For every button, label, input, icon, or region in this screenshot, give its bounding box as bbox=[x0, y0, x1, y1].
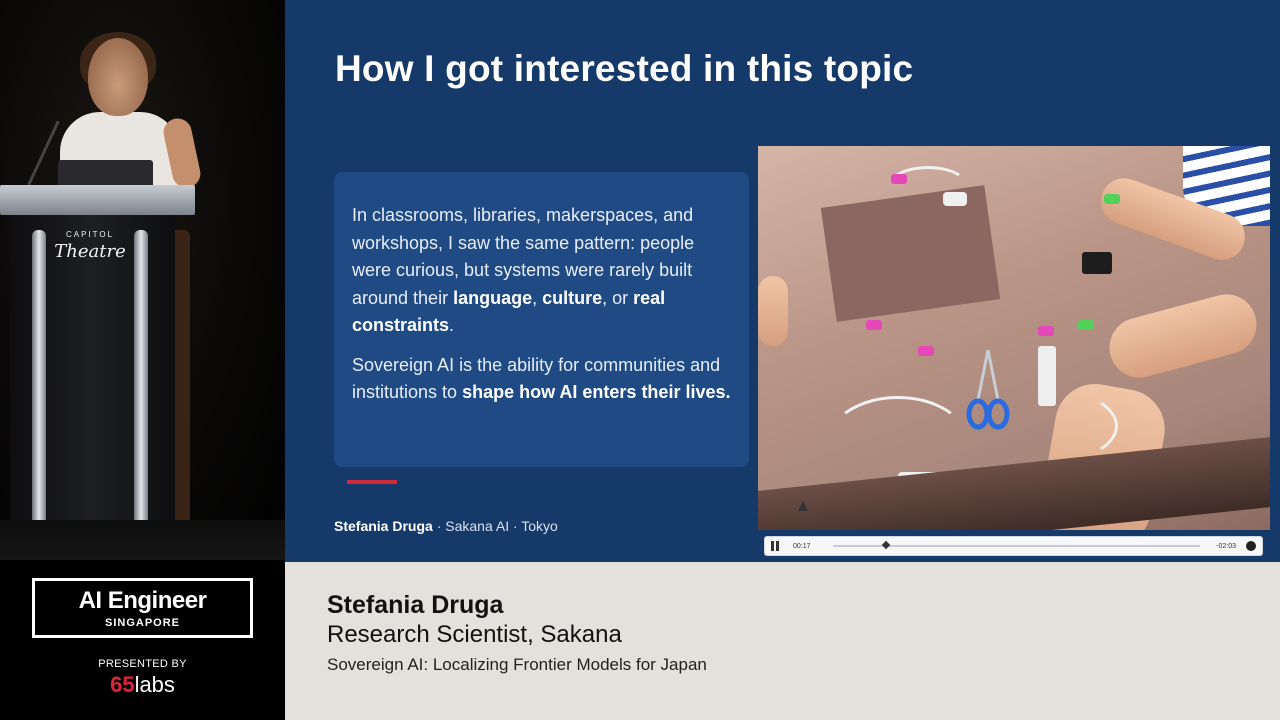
magenta-module bbox=[1038, 326, 1054, 336]
volume-icon[interactable] bbox=[1246, 541, 1256, 551]
podium-top bbox=[0, 185, 195, 215]
video-control-bar: 00:17 -02:03 bbox=[764, 536, 1263, 556]
magenta-module bbox=[866, 320, 882, 330]
p2-bold-shape: shape how AI enters their lives. bbox=[462, 382, 731, 402]
green-module bbox=[1078, 320, 1094, 330]
lower-third: Stefania Druga Research Scientist, Sakan… bbox=[285, 562, 1280, 720]
event-branding: AI Engineer SINGAPORE PRESENTED BY 65lab… bbox=[0, 560, 285, 720]
slide-paragraph-2: Sovereign AI is the ability for communit… bbox=[352, 352, 731, 407]
video-time-elapsed: 00:17 bbox=[793, 542, 811, 550]
white-module bbox=[943, 192, 967, 206]
podium-edge-left bbox=[32, 230, 46, 525]
embedded-video[interactable] bbox=[758, 146, 1270, 530]
video-progress-slider[interactable] bbox=[833, 540, 1200, 550]
child-hand-left bbox=[758, 276, 788, 346]
sponsor-word: labs bbox=[134, 672, 175, 697]
p1-text-c: , or bbox=[602, 287, 634, 308]
accent-rule bbox=[347, 480, 397, 484]
slide-text-card: In classrooms, libraries, makerspaces, a… bbox=[334, 172, 749, 467]
black-module bbox=[1082, 252, 1112, 274]
p1-bold-culture: culture bbox=[542, 287, 603, 308]
module-strip bbox=[1038, 346, 1056, 406]
presentation-slide: How I got interested in this topic In cl… bbox=[285, 0, 1280, 562]
podium-logo-big: Theatre bbox=[54, 241, 126, 262]
speaker-camera-view: CAPITOL Theatre bbox=[0, 0, 285, 560]
p1-text-d: . bbox=[449, 315, 455, 335]
microphone bbox=[27, 120, 60, 186]
presented-by-label: PRESENTED BY bbox=[98, 658, 187, 670]
p1-text-b: , bbox=[532, 287, 543, 308]
byline-name: Stefania Druga bbox=[334, 518, 433, 534]
green-module bbox=[1104, 194, 1120, 204]
child-hand bbox=[1102, 287, 1264, 385]
slide-paragraph-1: In classrooms, libraries, makerspaces, a… bbox=[352, 202, 731, 340]
sponsor-logo: 65labs bbox=[0, 672, 285, 698]
event-logo: AI Engineer SINGAPORE bbox=[32, 578, 253, 638]
video-time-remaining: -02:03 bbox=[1216, 542, 1236, 550]
progress-thumb[interactable] bbox=[881, 540, 890, 550]
mouse-cursor-icon bbox=[798, 501, 808, 511]
speaker-face bbox=[88, 38, 148, 116]
sponsor-number: 65 bbox=[110, 672, 135, 697]
pause-icon[interactable] bbox=[771, 541, 783, 551]
event-subtitle: SINGAPORE bbox=[104, 617, 180, 629]
slide-byline: Stefania Druga · Sakana AI · Tokyo bbox=[334, 518, 558, 534]
p1-bold-language: language bbox=[453, 287, 533, 308]
speaker-role: Research Scientist, Sakana bbox=[327, 621, 622, 648]
speaker-name: Stefania Druga bbox=[327, 591, 504, 619]
talk-title: Sovereign AI: Localizing Frontier Models… bbox=[327, 655, 707, 674]
scissors-icon bbox=[966, 350, 1010, 430]
brown-paper bbox=[820, 185, 1001, 322]
event-title: AI Engineer bbox=[78, 587, 207, 614]
magenta-module bbox=[918, 346, 934, 356]
slide-title: How I got interested in this topic bbox=[335, 48, 914, 89]
magenta-module bbox=[891, 174, 907, 184]
byline-affiliation: · Sakana AI · Tokyo bbox=[432, 518, 558, 534]
podium-logo-small: CAPITOL bbox=[65, 230, 115, 239]
stage-floor bbox=[0, 520, 285, 560]
podium-logo: CAPITOL Theatre bbox=[44, 230, 136, 274]
podium-edge-right bbox=[134, 230, 148, 525]
